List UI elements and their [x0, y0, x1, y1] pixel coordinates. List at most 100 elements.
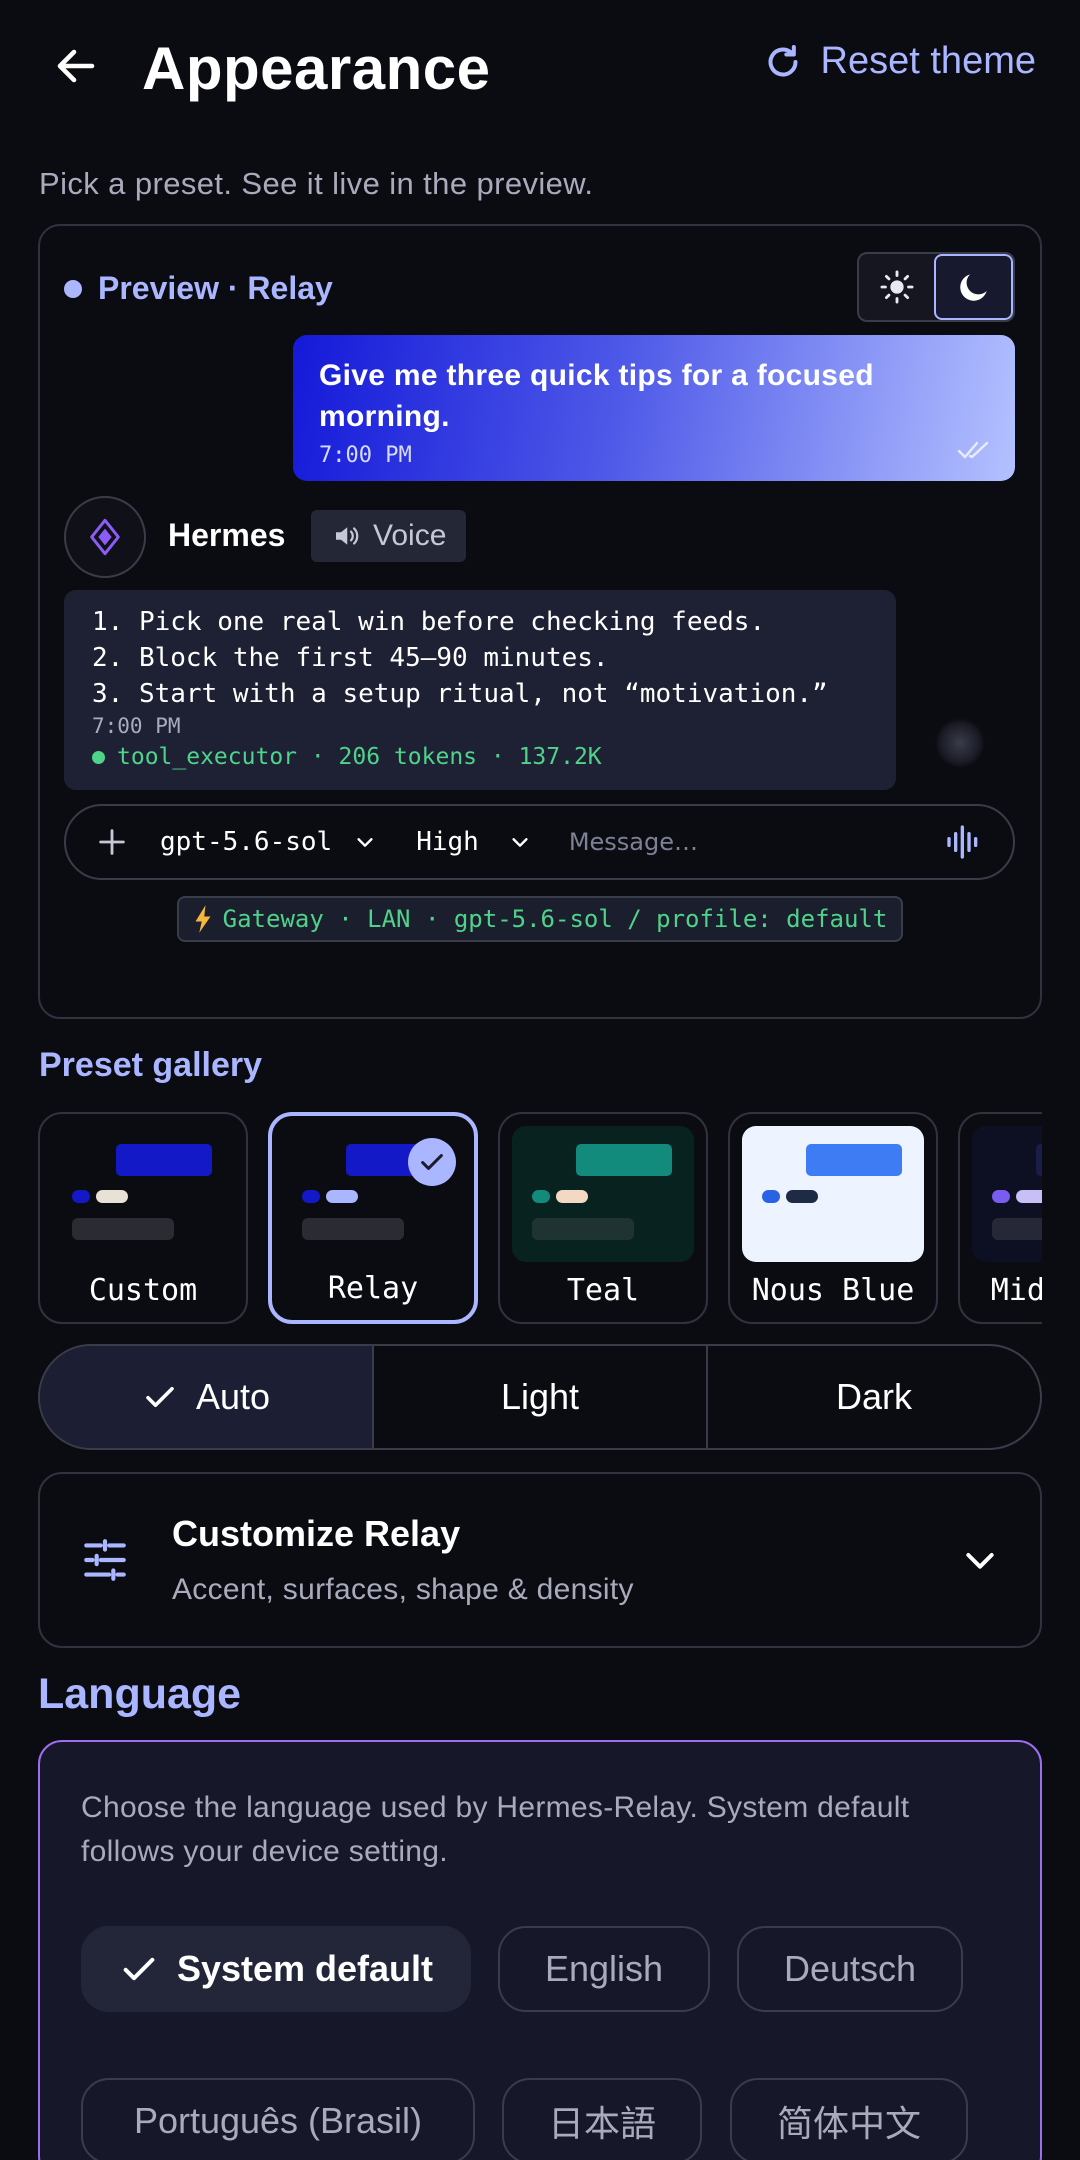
language-section-title: Language [38, 1670, 242, 1718]
speaker-icon [336, 527, 359, 545]
preset-swatch-dot [72, 1190, 90, 1203]
voice-input-button[interactable] [939, 817, 989, 867]
gateway-status-text: Gateway · LAN · gpt-5.6-sol / profile: d… [222, 905, 888, 933]
preview-light-button[interactable] [859, 254, 934, 320]
preset-card[interactable]: Midnight [958, 1112, 1042, 1324]
preset-card[interactable]: Custom [38, 1112, 248, 1324]
double-check-icon [957, 441, 989, 459]
bot-name: Hermes [168, 517, 286, 553]
theme-mode-control: Auto Light Dark [38, 1344, 1042, 1450]
preset-swatch-pill [556, 1190, 588, 1203]
typing-indicator-icon [935, 718, 985, 768]
preset-card[interactable]: Teal [498, 1112, 708, 1324]
preset-swatch-dot [532, 1190, 550, 1203]
arrow-left-icon [57, 49, 95, 83]
bot-message-time: 7:00 PM [92, 714, 181, 738]
mode-light-label: Light [500, 1376, 580, 1417]
customize-title: Customize Relay [172, 1513, 461, 1554]
language-chip-label: Deutsch [783, 1948, 917, 1989]
language-chip-system-default[interactable]: System default [81, 1926, 471, 2012]
reset-theme-button[interactable]: Reset theme [763, 40, 1036, 83]
message-input[interactable] [568, 828, 939, 856]
bot-message-bubble: 1. Pick one real win before checking fee… [64, 590, 896, 790]
language-chip-label: Português (Brasil) [133, 2100, 423, 2141]
preset-swatch-dot [762, 1190, 780, 1203]
preset-swatch-bar-top [116, 1144, 212, 1176]
language-chip-portugues[interactable]: Português (Brasil) [81, 2078, 475, 2160]
preset-swatch-bar-top [1036, 1144, 1042, 1176]
language-chip-label: System default [176, 1948, 434, 1989]
preview-label-text: Preview · Relay [98, 270, 333, 306]
back-button[interactable] [40, 30, 112, 102]
bot-line-1: 1. Pick one real win before checking fee… [92, 607, 766, 637]
sliders-icon [84, 1539, 126, 1581]
effort-selector[interactable]: High [416, 827, 531, 857]
preset-name: Custom [88, 1273, 198, 1308]
preset-swatch-dot [302, 1190, 320, 1203]
waveform-icon [947, 825, 978, 859]
mode-auto-label: Auto [195, 1376, 271, 1417]
voice-label: Voice [373, 519, 447, 552]
user-message-time: 7:00 PM [319, 443, 412, 468]
preview-dark-button[interactable] [934, 254, 1013, 320]
preview-label: Preview · Relay [64, 270, 333, 307]
user-message-bubble: Give me three quick tips for a focused m… [293, 335, 1015, 481]
customize-theme-card[interactable]: Customize Relay Accent, surfaces, shape … [38, 1472, 1042, 1648]
preset-gallery-title: Preset gallery [39, 1046, 263, 1084]
language-chip-label: 日本語 [547, 2103, 656, 2144]
mode-light-button[interactable]: Light [372, 1346, 706, 1448]
preset-card[interactable]: Relay [268, 1112, 478, 1324]
bot-line-2: 2. Block the first 45–90 minutes. [92, 643, 609, 673]
preset-swatch-bar-bot [762, 1218, 864, 1240]
user-message-text: Give me three quick tips for a focused m… [319, 359, 874, 433]
preset-card[interactable]: Nous Blue [728, 1112, 938, 1324]
preview-dot-icon [64, 279, 82, 298]
language-description: Choose the language used by Hermes-Relay… [81, 1791, 910, 1868]
customize-subtitle: Accent, surfaces, shape & density [172, 1573, 634, 1606]
check-icon [146, 1386, 174, 1408]
attach-button[interactable] [90, 820, 134, 864]
status-dot-icon [92, 750, 105, 764]
preset-swatch-pill [786, 1190, 818, 1203]
sun-icon [880, 270, 913, 304]
bot-avatar [64, 496, 146, 578]
chevron-down-icon [512, 838, 528, 847]
language-chip-label: 简体中文 [776, 2103, 921, 2144]
mode-dark-label: Dark [835, 1376, 912, 1417]
bot-line-3: 3. Start with a setup ritual, not “motiv… [92, 679, 828, 709]
preset-swatch-bar-bot [302, 1218, 404, 1240]
language-chip-english[interactable]: English [498, 1926, 710, 2012]
page-title: Appearance [142, 35, 491, 102]
lightning-icon [195, 905, 211, 933]
page-subtitle: Pick a preset. See it live in the previe… [39, 166, 594, 201]
moon-icon [959, 274, 987, 301]
language-chip-chinese-simplified[interactable]: 简体中文 [730, 2078, 968, 2160]
preset-name: Midnight [990, 1273, 1042, 1308]
preset-name: Relay [327, 1271, 419, 1306]
mode-dark-button[interactable]: Dark [706, 1346, 1040, 1448]
gateway-status-chip: Gateway · LAN · gpt-5.6-sol / profile: d… [177, 896, 903, 942]
preset-swatch-bar-top [576, 1144, 672, 1176]
hermes-logo-icon [90, 518, 120, 556]
preset-swatch [52, 1126, 234, 1262]
bot-meta-text: tool_executor · 206 tokens · 137.2K [117, 744, 602, 770]
preset-swatch-pill [1016, 1190, 1042, 1203]
selected-check-icon [408, 1138, 456, 1186]
preset-swatch-pill [326, 1190, 358, 1203]
model-label: gpt-5.6-sol [160, 827, 333, 857]
preset-swatch [512, 1126, 694, 1262]
bot-message-meta: tool_executor · 206 tokens · 137.2K [92, 744, 868, 770]
preset-swatch-bar-bot [992, 1218, 1042, 1240]
model-selector[interactable]: gpt-5.6-sol [160, 827, 376, 857]
preset-swatch-pill [96, 1190, 128, 1203]
voice-button[interactable]: Voice [311, 510, 467, 562]
language-chip-japanese[interactable]: 日本語 [502, 2078, 702, 2160]
language-chip-label: English [544, 1948, 664, 1989]
preset-swatch-dot [992, 1190, 1010, 1203]
preset-name: Nous Blue [751, 1273, 915, 1308]
language-chip-deutsch[interactable]: Deutsch [737, 1926, 963, 2012]
message-composer: gpt-5.6-sol High [64, 804, 1015, 880]
mode-auto-button[interactable]: Auto [40, 1346, 372, 1448]
reset-theme-label: Reset theme [820, 40, 1036, 82]
preset-swatch [742, 1126, 924, 1262]
